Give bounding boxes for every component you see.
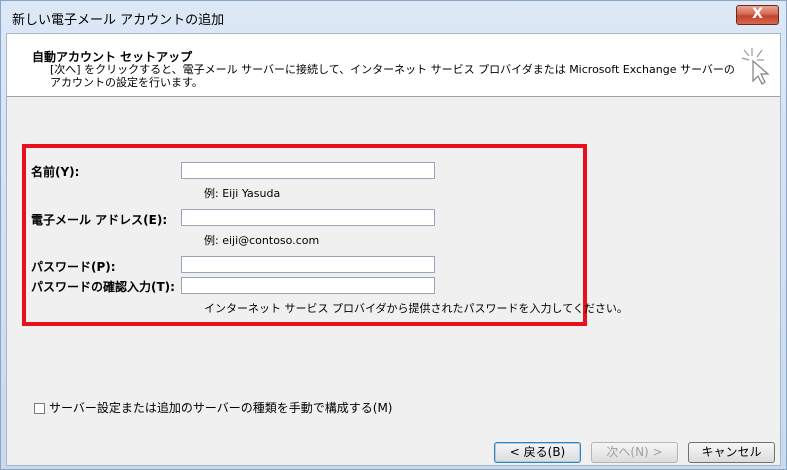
password-label: パスワード(P): (31, 260, 116, 274)
close-icon: X (752, 6, 763, 22)
cancel-button[interactable]: キャンセル (688, 442, 775, 463)
manual-config-checkbox[interactable] (34, 403, 45, 414)
password-hint: インターネット サービス プロバイダから提供されたパスワードを入力してください。 (204, 302, 628, 315)
name-label: 名前(Y): (31, 165, 80, 179)
password-input[interactable] (181, 256, 435, 273)
dialog-window: 新しい電子メール アカウントの追加 X 自動アカウント セットアップ [次へ] … (0, 0, 787, 470)
back-button[interactable]: < 戻る(B) (494, 442, 581, 463)
next-button[interactable]: 次へ(N) > (591, 442, 678, 463)
confirm-password-label: パスワードの確認入力(T): (31, 280, 175, 294)
confirm-password-input[interactable] (181, 277, 435, 294)
name-input[interactable] (181, 162, 435, 179)
manual-config-label: サーバー設定または追加のサーバーの種類を手動で構成する(M) (49, 401, 393, 415)
header-description: [次へ] をクリックすると、電子メール サーバーに接続して、インターネット サー… (50, 63, 735, 89)
manual-config-option[interactable]: サーバー設定または追加のサーバーの種類を手動で構成する(M) (34, 399, 392, 416)
title-bar[interactable]: 新しい電子メール アカウントの追加 X (1, 1, 786, 33)
wizard-header: 自動アカウント セットアップ [次へ] をクリックすると、電子メール サーバーに… (7, 34, 780, 97)
email-input[interactable] (181, 209, 435, 226)
email-hint: 例: eiji@contoso.com (204, 234, 320, 247)
wizard-cursor-icon (741, 48, 770, 85)
email-label: 電子メール アドレス(E): (31, 213, 168, 227)
form-panel: 名前(Y): 例: Eiji Yasuda 電子メール アドレス(E): 例: … (7, 97, 780, 465)
dialog-body: 自動アカウント セットアップ [次へ] をクリックすると、電子メール サーバーに… (6, 33, 781, 466)
name-hint: 例: Eiji Yasuda (204, 187, 281, 200)
close-button[interactable]: X (736, 5, 779, 25)
window-title: 新しい電子メール アカウントの追加 (12, 13, 225, 28)
